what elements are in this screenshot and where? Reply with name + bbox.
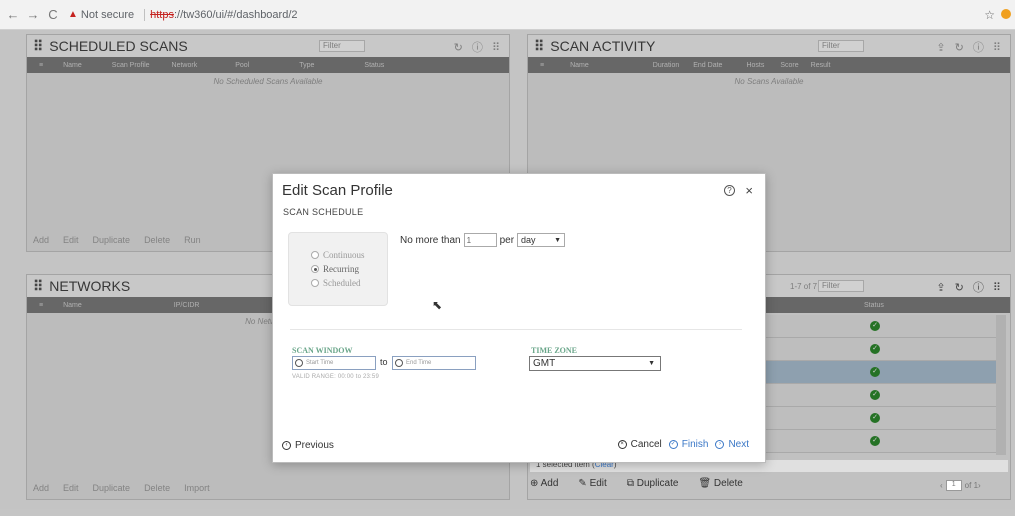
- chevron-right-icon: ›: [715, 440, 725, 449]
- page-input[interactable]: 1: [945, 480, 962, 491]
- add-button[interactable]: ⊕ Add: [530, 478, 568, 489]
- next-page-icon[interactable]: ›: [978, 481, 981, 490]
- pager: ‹ 1 of 1 ›: [940, 480, 981, 491]
- section-title: SCAN SCHEDULE: [283, 207, 364, 217]
- chevron-down-icon: ▼: [554, 236, 562, 244]
- close-icon[interactable]: ×: [745, 183, 753, 198]
- dialog-title: Edit Scan Profile: [282, 182, 393, 199]
- next-button[interactable]: › Next: [715, 439, 749, 450]
- radio-icon: [311, 279, 319, 287]
- clock-icon: [395, 359, 403, 367]
- frequency-limit: No more than per day▼: [400, 233, 566, 247]
- extension-icon[interactable]: [1001, 9, 1011, 19]
- limit-per: per: [499, 234, 515, 246]
- duplicate-button[interactable]: ⧉ Duplicate: [627, 478, 689, 489]
- page-of: of 1: [964, 481, 979, 490]
- mouse-cursor-icon: ⬉: [432, 298, 443, 312]
- address-bar[interactable]: ▲ Not secure https ://tw360/ui/#/dashboa…: [68, 8, 298, 21]
- check-icon: ✓: [668, 440, 678, 449]
- forward-icon[interactable]: →: [26, 7, 40, 22]
- schedule-type-group: Continuous Recurring Scheduled: [288, 232, 388, 306]
- finish-button[interactable]: ✓ Finish: [668, 439, 708, 450]
- dialog-actions: × Cancel ✓ Finish › Next: [611, 439, 749, 450]
- browser-toolbar: ← → C ▲ Not secure https ://tw360/ui/#/d…: [0, 0, 1015, 30]
- radio-recurring[interactable]: Recurring: [311, 264, 387, 274]
- clock-icon: [295, 359, 303, 367]
- valid-range-hint: VALID RANGE: 00:00 to 23:59: [292, 374, 380, 380]
- start-time-input[interactable]: Start Time: [292, 356, 376, 370]
- cancel-button[interactable]: × Cancel: [617, 439, 662, 450]
- previous-button[interactable]: ‹ Previous: [282, 440, 334, 451]
- chevron-left-icon: ‹: [282, 441, 291, 450]
- cancel-icon: ×: [617, 440, 627, 449]
- radio-icon: [311, 265, 319, 273]
- warning-icon: ▲: [68, 9, 78, 20]
- reload-icon[interactable]: C: [46, 7, 60, 22]
- limit-count-input[interactable]: [463, 233, 497, 247]
- panel-footer: ⊕ Add ✎ Edit ⧉ Duplicate 🗑 Delete: [530, 478, 763, 489]
- end-time-input[interactable]: End Time: [392, 356, 476, 370]
- url-path: ://tw360/ui/#/dashboard/2: [173, 8, 298, 21]
- radio-icon: [311, 251, 319, 259]
- divider: [290, 329, 742, 330]
- url-scheme: https: [150, 8, 174, 21]
- help-icon[interactable]: ?: [724, 185, 735, 196]
- to-label: to: [380, 357, 388, 367]
- not-secure-label: Not secure: [80, 8, 135, 21]
- radio-scheduled[interactable]: Scheduled: [311, 278, 387, 288]
- radio-continuous[interactable]: Continuous: [311, 250, 387, 260]
- back-icon[interactable]: ←: [6, 7, 20, 22]
- delete-button[interactable]: 🗑 Delete: [698, 478, 752, 489]
- chevron-down-icon: ▼: [648, 360, 655, 367]
- prev-page-icon[interactable]: ‹: [940, 481, 943, 490]
- scan-window-label: SCAN WINDOW: [292, 346, 353, 355]
- limit-unit-select[interactable]: day ▼: [517, 233, 566, 247]
- divider: [144, 8, 146, 21]
- bookmark-star-icon[interactable]: ☆: [984, 8, 995, 22]
- time-zone-select[interactable]: GMT ▼: [529, 356, 661, 371]
- edit-scan-profile-dialog: Edit Scan Profile ? × SCAN SCHEDULE Cont…: [272, 173, 766, 463]
- limit-prefix: No more than: [400, 234, 461, 246]
- time-zone-label: TIME ZONE: [531, 346, 578, 355]
- edit-button[interactable]: ✎ Edit: [578, 478, 616, 489]
